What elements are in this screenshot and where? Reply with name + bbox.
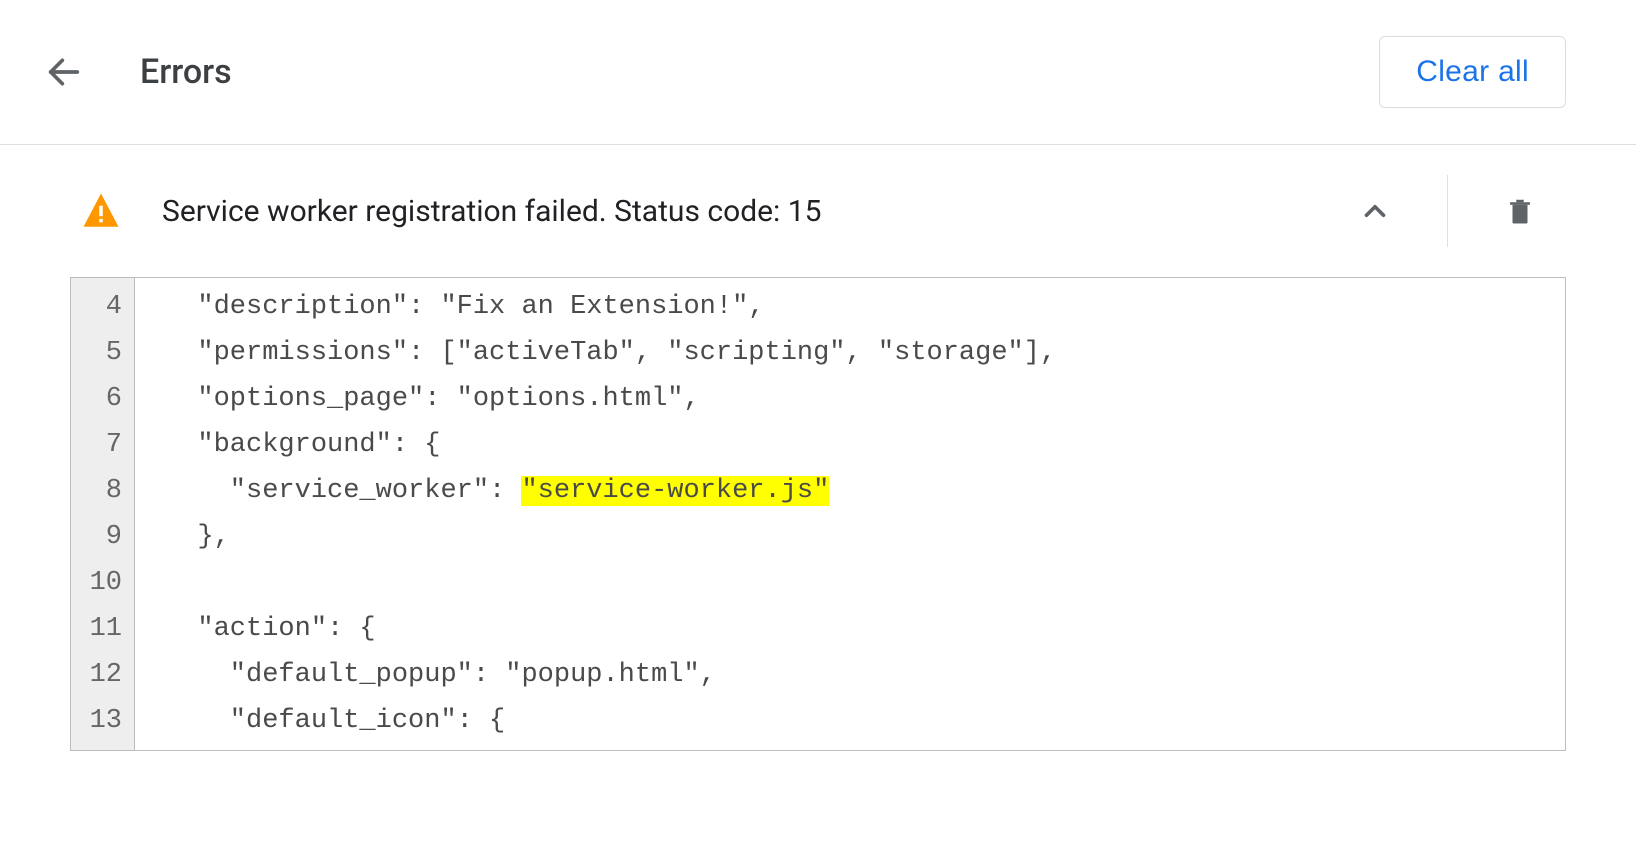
arrow-left-icon <box>44 52 84 92</box>
code-gutter: 45678910111213 <box>71 278 135 750</box>
code-segment: "default_popup": "popup.html", <box>165 660 716 690</box>
code-line: "default_icon": { <box>165 698 1545 744</box>
code-segment: "options_page": "options.html", <box>165 384 700 414</box>
code-segment: "permissions": ["activeTab", "scripting"… <box>165 338 1056 368</box>
code-line: "description": "Fix an Extension!", <box>165 284 1545 330</box>
action-divider <box>1447 175 1448 247</box>
code-line: "action": { <box>165 606 1545 652</box>
highlighted-segment: "service-worker.js" <box>521 476 829 506</box>
back-button[interactable] <box>40 48 88 96</box>
line-number: 4 <box>71 284 122 330</box>
line-number: 8 <box>71 468 122 514</box>
content: Service worker registration failed. Stat… <box>0 145 1636 854</box>
line-number: 9 <box>71 514 122 560</box>
code-segment: "action": { <box>165 614 376 644</box>
code-line: "permissions": ["activeTab", "scripting"… <box>165 330 1545 376</box>
error-message: Service worker registration failed. Stat… <box>162 194 821 229</box>
page-header: Errors Clear all <box>0 0 1636 144</box>
error-header-actions <box>1339 175 1556 247</box>
code-snippet: 45678910111213 "description": "Fix an Ex… <box>70 277 1566 751</box>
code-segment: "service_worker": <box>165 476 521 506</box>
code-segment: "default_icon": { <box>165 706 505 736</box>
line-number: 13 <box>71 698 122 744</box>
line-number: 6 <box>71 376 122 422</box>
line-number: 10 <box>71 560 122 606</box>
trash-icon <box>1505 194 1535 228</box>
error-header-left: Service worker registration failed. Stat… <box>80 190 821 232</box>
line-number: 5 <box>71 330 122 376</box>
code-line: "options_page": "options.html", <box>165 376 1545 422</box>
code-line <box>165 560 1545 606</box>
page-title: Errors <box>140 52 232 92</box>
code-line: "default_popup": "popup.html", <box>165 652 1545 698</box>
line-number: 11 <box>71 606 122 652</box>
code-body: "description": "Fix an Extension!", "per… <box>135 278 1565 750</box>
code-segment: }, <box>165 522 230 552</box>
code-segment: "description": "Fix an Extension!", <box>165 292 765 322</box>
warning-icon <box>80 190 122 232</box>
delete-error-button[interactable] <box>1484 175 1556 247</box>
code-line: }, <box>165 514 1545 560</box>
chevron-up-icon <box>1358 194 1392 228</box>
header-left: Errors <box>40 48 232 96</box>
code-segment: "background": { <box>165 430 440 460</box>
code-line: "service_worker": "service-worker.js" <box>165 468 1545 514</box>
code-line: "background": { <box>165 422 1545 468</box>
error-item-header[interactable]: Service worker registration failed. Stat… <box>70 175 1566 277</box>
collapse-button[interactable] <box>1339 175 1411 247</box>
clear-all-button[interactable]: Clear all <box>1379 36 1566 108</box>
line-number: 12 <box>71 652 122 698</box>
line-number: 7 <box>71 422 122 468</box>
